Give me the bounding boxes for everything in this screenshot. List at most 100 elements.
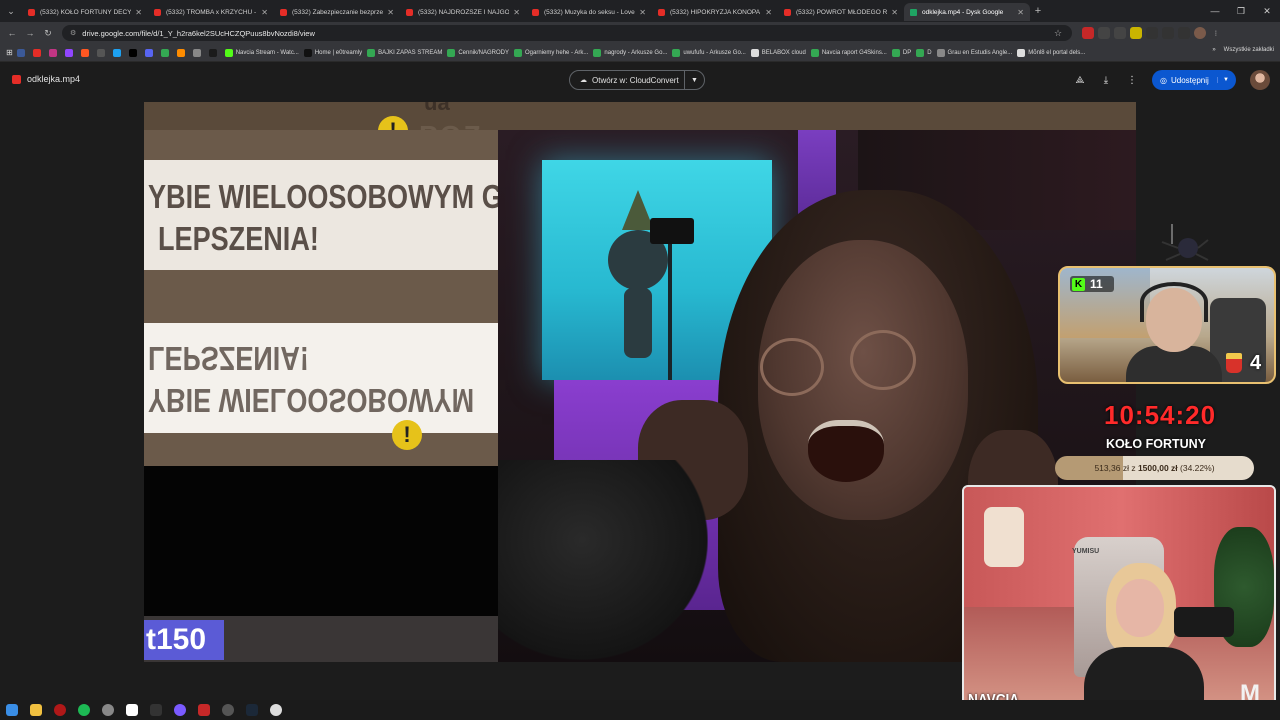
- bookmarks-more[interactable]: »: [1212, 47, 1215, 53]
- bookmark-favicon-icon: [936, 48, 945, 57]
- extension-icon[interactable]: [1082, 27, 1094, 39]
- all-bookmarks[interactable]: Wszystkie zakładki: [1224, 47, 1274, 53]
- bookmark-item[interactable]: [192, 48, 204, 57]
- extension-icon[interactable]: [1114, 27, 1126, 39]
- bookmark-item[interactable]: [208, 48, 220, 57]
- notion-icon[interactable]: [126, 704, 138, 716]
- bookmark-item[interactable]: Grau en Estudis Angle...: [936, 48, 1012, 57]
- more-actions-icon[interactable]: ⋮: [1126, 75, 1138, 86]
- menu-dots-icon[interactable]: ⋮: [1210, 27, 1222, 39]
- bookmark-item[interactable]: Ogarniemy hehe - Ark...: [514, 48, 588, 57]
- tab-favicon-icon: [406, 8, 413, 16]
- fries-count: 4: [1250, 352, 1262, 374]
- reload-icon[interactable]: ↻: [40, 28, 56, 39]
- download-icon[interactable]: ⤓: [1100, 75, 1112, 86]
- extension-icon[interactable]: [1146, 27, 1158, 39]
- bookmark-item[interactable]: [48, 48, 60, 57]
- browser-tab[interactable]: (5332) TROMBA x KRZYCHU - ŁEZ ✕: [148, 3, 274, 21]
- bookmark-item[interactable]: [32, 48, 44, 57]
- bookmark-item[interactable]: [176, 48, 188, 57]
- bookmark-favicon-icon: [128, 48, 137, 57]
- bookmark-item[interactable]: Home | e0treamly: [303, 48, 362, 57]
- bookmark-item[interactable]: [144, 48, 156, 57]
- viewer-actions: ⟁ ⤓ ⋮ ◎ Udostępnij ▼: [1074, 70, 1270, 90]
- opera-icon[interactable]: [54, 704, 66, 716]
- browser-tab[interactable]: odklejka.mp4 - Dysk Google ✕: [904, 3, 1030, 21]
- omnibox[interactable]: ⚙ drive.google.com/file/d/1_Y_h2ra6kel2S…: [62, 25, 1072, 41]
- profile-avatar[interactable]: [1194, 27, 1206, 39]
- browser-tab[interactable]: (5332) Zabezpieczanie bezprzewo ✕: [274, 3, 400, 21]
- site-info-icon[interactable]: ⚙: [70, 29, 76, 37]
- bookmark-favicon-icon: [80, 48, 89, 57]
- app-icon[interactable]: [222, 704, 234, 716]
- bookmark-item[interactable]: Navcia raport G4Skins...: [810, 48, 887, 57]
- browser-tab[interactable]: (5332) Muzyka do seksu - Love m ✕: [526, 3, 652, 21]
- bookmark-item[interactable]: DP: [891, 48, 912, 57]
- tab-close-icon[interactable]: ✕: [1017, 8, 1024, 17]
- file-explorer-icon[interactable]: [30, 704, 42, 716]
- bookmark-label: DP: [902, 49, 912, 56]
- bookmark-item[interactable]: D: [916, 48, 932, 57]
- app-icon[interactable]: [270, 704, 282, 716]
- account-avatar[interactable]: [1250, 70, 1270, 90]
- tab-close-icon[interactable]: ✕: [135, 8, 142, 17]
- chrome-icon[interactable]: [102, 704, 114, 716]
- bookmark-item[interactable]: [16, 48, 28, 57]
- bookmark-label: Mõnl8 el portal dels...: [1028, 49, 1086, 56]
- bookmark-favicon-icon: [514, 48, 523, 57]
- browser-tab[interactable]: (5332) HIPOKRYZJA KONOPA I RE ✕: [652, 3, 778, 21]
- bookmark-item[interactable]: uwufufu - Arkusze Go...: [672, 48, 746, 57]
- bookmark-item[interactable]: [64, 48, 76, 57]
- new-tab-icon[interactable]: +: [1030, 5, 1046, 17]
- bookmark-star-icon[interactable]: ☆: [1054, 28, 1068, 39]
- forward-icon[interactable]: →: [22, 28, 38, 39]
- goal-target: 1500,00 zł: [1137, 463, 1178, 473]
- bookmark-item[interactable]: Mõnl8 el portal dels...: [1017, 48, 1086, 57]
- share-dropdown-icon[interactable]: ▼: [1217, 77, 1236, 83]
- bookmark-item[interactable]: Navcia Stream - Watc...: [224, 48, 299, 57]
- app-icon[interactable]: [198, 704, 210, 716]
- streamer-webcam: [962, 485, 1276, 717]
- steam-icon[interactable]: [246, 704, 258, 716]
- bookmark-item[interactable]: [96, 48, 108, 57]
- tab-search-icon[interactable]: ⌄: [0, 0, 22, 22]
- add-shortcut-icon[interactable]: ⟁: [1074, 75, 1086, 86]
- tab-favicon-icon: [658, 8, 665, 16]
- tab-close-icon[interactable]: ✕: [765, 8, 772, 17]
- bookmark-item[interactable]: BAJKI ZAPAS STREAM: [367, 48, 442, 57]
- tab-close-icon[interactable]: ✕: [261, 8, 268, 17]
- bookmark-item[interactable]: BELABOX cloud: [750, 48, 806, 57]
- bookmark-item[interactable]: [112, 48, 124, 57]
- minimize-icon[interactable]: —: [1202, 0, 1228, 22]
- bookmark-item[interactable]: [80, 48, 92, 57]
- open-with-main[interactable]: ☁ Otwórz w: CloudConvert: [570, 76, 684, 85]
- spotify-icon[interactable]: [78, 704, 90, 716]
- bookmark-item[interactable]: Cennik/NAGRODY: [447, 48, 509, 57]
- downloads-icon[interactable]: [1178, 27, 1190, 39]
- close-window-icon[interactable]: ✕: [1254, 0, 1280, 22]
- extension-icon[interactable]: [1098, 27, 1110, 39]
- browser-tab[interactable]: (5332) POWRÓT MŁODEGO RAN ✕: [778, 3, 904, 21]
- mirrored-line-2: YBIE WIELOOSOBOWYM: [148, 382, 475, 419]
- bookmark-item[interactable]: nagrody - Arkusze Go...: [593, 48, 667, 57]
- open-with-button[interactable]: ☁ Otwórz w: CloudConvert ▼: [569, 70, 705, 90]
- apps-grid-icon[interactable]: ⊞: [6, 48, 13, 57]
- back-icon[interactable]: ←: [4, 28, 20, 39]
- share-button[interactable]: ◎ Udostępnij ▼: [1152, 70, 1236, 90]
- extensions-puzzle-icon[interactable]: [1162, 27, 1174, 39]
- microphone: [1174, 607, 1234, 637]
- bookmark-item[interactable]: [128, 48, 140, 57]
- tab-close-icon[interactable]: ✕: [891, 8, 898, 17]
- browser-tab[interactable]: (5332) KOŁO FORTUNY DECYDUJE✕: [22, 3, 148, 21]
- tab-close-icon[interactable]: ✕: [513, 8, 520, 17]
- app-icon[interactable]: [150, 704, 162, 716]
- extension-icon[interactable]: [1130, 27, 1142, 39]
- tab-close-icon[interactable]: ✕: [387, 8, 394, 17]
- start-icon[interactable]: [6, 704, 18, 716]
- restore-icon[interactable]: ❐: [1228, 0, 1254, 22]
- bookmark-item[interactable]: [160, 48, 172, 57]
- open-with-dropdown-icon[interactable]: ▼: [684, 71, 704, 89]
- browser-tab[interactable]: (5332) NAJDROŻSZE I NAJGORSZE✕: [400, 3, 526, 21]
- obs-icon[interactable]: [174, 704, 186, 716]
- tab-close-icon[interactable]: ✕: [639, 8, 646, 17]
